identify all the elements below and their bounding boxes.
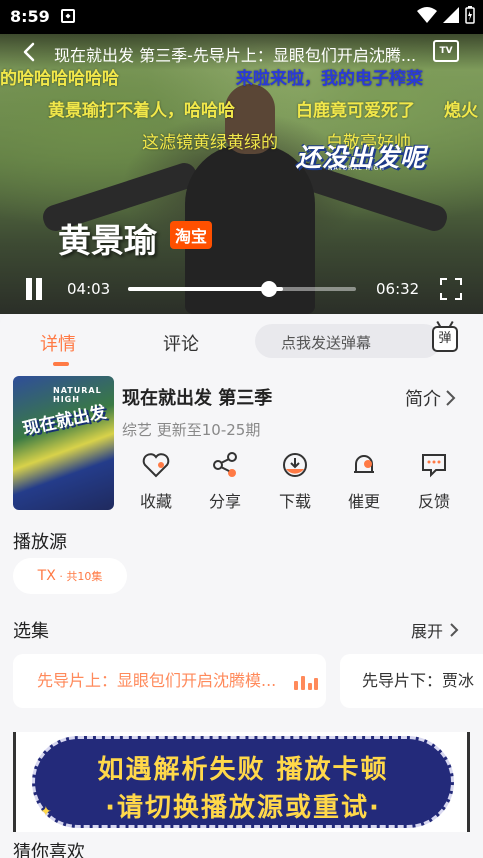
source-name: TX bbox=[37, 568, 56, 584]
intro-label: 简介 bbox=[405, 389, 441, 410]
bell-icon bbox=[354, 455, 374, 473]
danmaku-comment: 熄火 bbox=[444, 101, 478, 121]
battery-icon bbox=[465, 6, 475, 24]
video-player[interactable]: 现在就出发 第三季-先导片上：显眼包们开启沈腾... TV 的哈哈哈哈哈哈 来啦… bbox=[0, 34, 483, 314]
wifi-icon bbox=[417, 7, 437, 23]
total-time: 06:32 bbox=[376, 280, 420, 298]
banner-pill: 如遇解析失败 播放卡顿 ·请切换播放源或重试· bbox=[32, 736, 454, 828]
star-icon: ✦ bbox=[40, 804, 52, 820]
cast-tv-icon[interactable]: TV bbox=[433, 40, 459, 62]
download-button[interactable]: 下载 bbox=[265, 450, 325, 514]
intro-link[interactable]: 简介 bbox=[405, 385, 457, 411]
episode-item-current[interactable]: 先导片上：显眼包们开启沈腾模... bbox=[13, 654, 326, 708]
status-time: 8:59 bbox=[10, 7, 50, 26]
show-meta: 综艺 更新至10-25期 bbox=[122, 421, 261, 439]
episodes-section-title: 选集 bbox=[13, 621, 49, 642]
download-icon bbox=[283, 453, 307, 477]
chevron-right-icon bbox=[450, 623, 459, 637]
guest-name-plate: 黄景瑜 bbox=[58, 221, 157, 260]
signal-icon bbox=[443, 7, 459, 23]
progress-bar[interactable] bbox=[128, 281, 356, 297]
tab-detail[interactable]: 详情 bbox=[40, 330, 76, 356]
danmaku-comment: 来啦来啦，我的电子榨菜 bbox=[236, 69, 423, 89]
pause-icon[interactable] bbox=[24, 278, 44, 300]
progress-thumb[interactable] bbox=[261, 281, 278, 297]
tab-indicator bbox=[53, 362, 69, 366]
feedback-button[interactable]: 反馈 bbox=[404, 450, 464, 514]
status-bar: 8:59 bbox=[0, 0, 483, 34]
show-poster[interactable]: NATURAL HIGH 现在就出发 bbox=[13, 376, 114, 510]
episode-label: 先导片上：显眼包们开启沈腾模... bbox=[37, 671, 277, 690]
episode-label: 先导片下：贾冰 bbox=[362, 671, 475, 690]
favorite-button[interactable]: 收藏 bbox=[126, 450, 186, 514]
now-playing-icon bbox=[294, 676, 318, 690]
danmaku-input[interactable]: 点我发送弹幕 bbox=[255, 324, 441, 358]
urge-update-button[interactable]: 催更 bbox=[334, 450, 394, 514]
heart-icon bbox=[142, 453, 170, 478]
feedback-icon bbox=[422, 454, 446, 478]
danmaku-comment: 的哈哈哈哈哈哈 bbox=[0, 69, 119, 89]
source-section-title: 播放源 bbox=[13, 532, 67, 553]
action-row: 收藏 分享 下载 催更 反馈 bbox=[122, 450, 478, 514]
detail-sheet: 详情 评论 点我发送弹幕 弹 NATURAL HIGH 现在就出发 现在就出发 … bbox=[0, 314, 483, 858]
share-label: 分享 bbox=[208, 492, 241, 511]
sponsor-badge: 淘宝 bbox=[170, 221, 213, 249]
tab-comments[interactable]: 评论 bbox=[163, 330, 199, 356]
source-chip-tx[interactable]: TX · 共10集 bbox=[13, 558, 127, 594]
danmaku-comment: 黄景瑜打不着人，哈哈哈 bbox=[48, 101, 235, 121]
back-icon[interactable] bbox=[20, 42, 40, 62]
share-icon bbox=[213, 452, 237, 477]
danmaku-input-placeholder: 点我发送弹幕 bbox=[281, 334, 372, 352]
fullscreen-icon[interactable] bbox=[440, 278, 462, 300]
show-overlay-logo-sub: NATURAL HIGH bbox=[328, 165, 385, 172]
notification-app-icon bbox=[61, 9, 75, 23]
show-title: 现在就出发 第三季 bbox=[122, 388, 273, 409]
favorite-label: 收藏 bbox=[139, 492, 172, 511]
share-button[interactable]: 分享 bbox=[195, 450, 255, 514]
danmaku-comment: 这滤镜黄绿黄绿的 bbox=[142, 133, 278, 153]
status-icons bbox=[417, 6, 475, 24]
episode-item[interactable]: 先导片下：贾冰 bbox=[340, 654, 483, 708]
expand-label: 展开 bbox=[411, 622, 444, 641]
expand-episodes-button[interactable]: 展开 bbox=[411, 618, 459, 642]
download-label: 下载 bbox=[278, 492, 311, 511]
chevron-right-icon bbox=[446, 390, 456, 406]
danmaku-toggle-icon[interactable]: 弹 bbox=[432, 326, 458, 352]
feedback-label: 反馈 bbox=[417, 492, 450, 511]
banner-line-2: ·请切换播放源或重试· bbox=[105, 793, 381, 823]
current-time: 04:03 bbox=[67, 280, 111, 298]
banner-line-1: 如遇解析失败 播放卡顿 bbox=[97, 755, 389, 785]
source-count: · 共10集 bbox=[55, 570, 103, 583]
source-tip-banner: 如遇解析失败 播放卡顿 ·请切换播放源或重试· ✦ bbox=[13, 732, 470, 832]
urge-update-label: 催更 bbox=[347, 492, 380, 511]
video-title: 现在就出发 第三季-先导片上：显眼包们开启沈腾... bbox=[54, 46, 417, 65]
danmaku-comment: 白鹿竟可爱死了 bbox=[296, 101, 415, 121]
recommend-section-title: 猜你喜欢 bbox=[13, 842, 85, 858]
player-controls: 04:03 06:32 bbox=[0, 266, 483, 314]
progress-fill bbox=[128, 287, 284, 291]
